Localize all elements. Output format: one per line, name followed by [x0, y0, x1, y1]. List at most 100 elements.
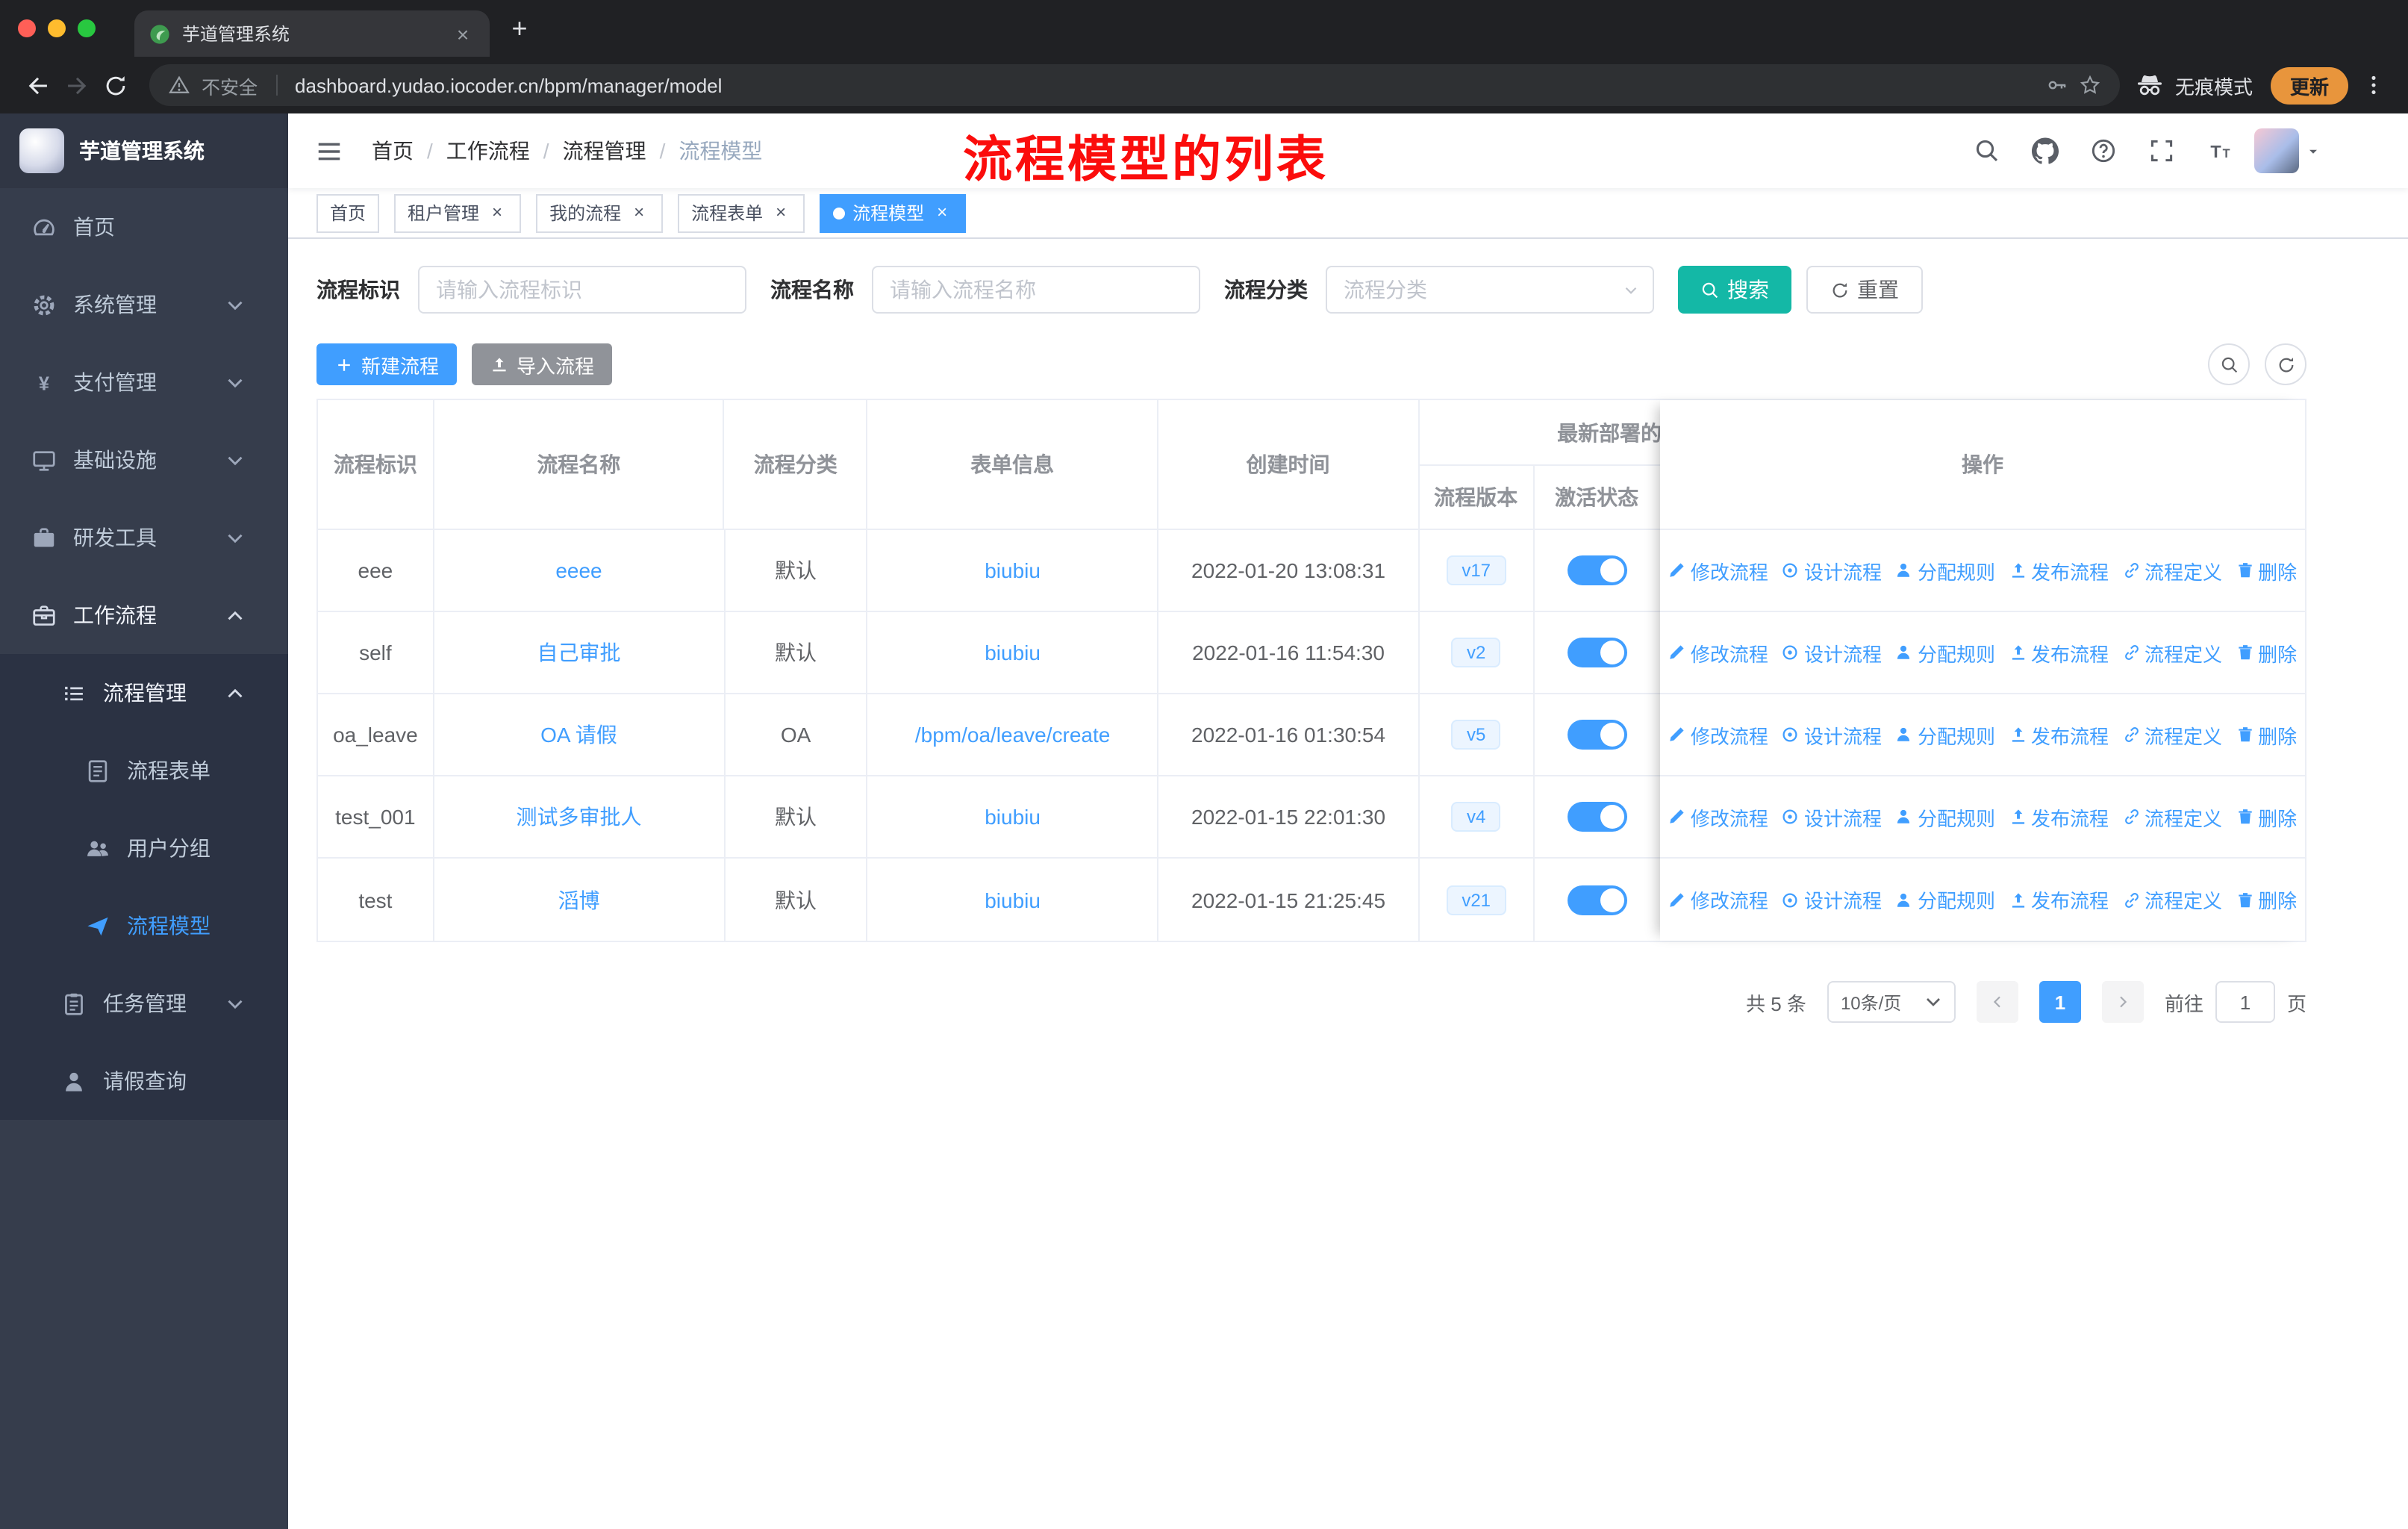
active-toggle[interactable]	[1567, 885, 1627, 915]
breadcrumb-item[interactable]: 流程管理	[563, 136, 646, 166]
action-delete[interactable]: 删除	[2236, 803, 2297, 831]
mac-zoom-button[interactable]	[78, 19, 96, 37]
form-info-link[interactable]: biubiu	[985, 641, 1041, 664]
sidebar-item-system-manage[interactable]: 系统管理	[0, 266, 288, 343]
address-bar[interactable]: 不安全 dashboard.yudao.iocoder.cn/bpm/manag…	[149, 64, 2120, 106]
bookmark-star-icon[interactable]	[2080, 75, 2100, 96]
avatar-caret-icon[interactable]	[2305, 143, 2321, 159]
sidebar-item-process-form[interactable]: 流程表单	[0, 732, 288, 809]
new-tab-button[interactable]: +	[499, 7, 540, 49]
tag-process-model[interactable]: 流程模型 ×	[820, 193, 967, 232]
reload-button[interactable]	[96, 66, 134, 105]
refresh-table-button[interactable]	[2265, 343, 2306, 385]
sidebar-logo[interactable]: 芋道管理系统	[0, 113, 288, 188]
sidebar-item-payment-manage[interactable]: ¥ 支付管理	[0, 343, 288, 421]
tag-process-form[interactable]: 流程表单 ×	[678, 193, 805, 232]
tag-home[interactable]: 首页	[316, 193, 380, 232]
action-publish[interactable]: 发布流程	[2009, 803, 2109, 831]
tag-close-icon[interactable]: ×	[932, 202, 952, 223]
sidebar-item-home[interactable]: 首页	[0, 188, 288, 266]
search-button[interactable]: 搜索	[1678, 266, 1791, 314]
sidebar-item-task-manage[interactable]: 任务管理	[0, 965, 288, 1042]
action-modify[interactable]: 修改流程	[1668, 556, 1768, 585]
sidebar-item-process-model[interactable]: 流程模型	[0, 887, 288, 965]
action-design[interactable]: 设计流程	[1782, 885, 1882, 914]
toggle-search-button[interactable]	[2208, 343, 2250, 385]
action-assign-rule[interactable]: 分配规则	[1895, 556, 1995, 585]
action-design[interactable]: 设计流程	[1782, 803, 1882, 831]
tag-close-icon[interactable]: ×	[487, 202, 508, 223]
forward-button[interactable]	[57, 66, 96, 105]
sidebar-item-process-manage[interactable]: 流程管理	[0, 654, 288, 732]
import-process-button[interactable]: 导入流程	[472, 343, 613, 385]
browser-menu-icon[interactable]	[2357, 66, 2390, 105]
page-number-button[interactable]: 1	[2039, 981, 2081, 1023]
action-definition[interactable]: 流程定义	[2122, 803, 2222, 831]
action-definition[interactable]: 流程定义	[2122, 720, 2222, 749]
next-page-button[interactable]	[2101, 981, 2144, 1023]
action-publish[interactable]: 发布流程	[2009, 638, 2109, 667]
category-select[interactable]: 流程分类	[1326, 266, 1654, 314]
action-delete[interactable]: 删除	[2236, 556, 2297, 585]
action-assign-rule[interactable]: 分配规则	[1895, 803, 1995, 831]
font-size-icon[interactable]: TT	[2198, 128, 2242, 173]
action-design[interactable]: 设计流程	[1782, 556, 1882, 585]
help-icon[interactable]	[2081, 128, 2126, 173]
action-modify[interactable]: 修改流程	[1668, 803, 1768, 831]
action-modify[interactable]: 修改流程	[1668, 638, 1768, 667]
create-process-button[interactable]: 新建流程	[316, 343, 458, 385]
prev-page-button[interactable]	[1976, 981, 2018, 1023]
action-definition[interactable]: 流程定义	[2122, 556, 2222, 585]
search-icon[interactable]	[1965, 128, 2009, 173]
password-key-icon[interactable]	[2047, 75, 2068, 96]
browser-tab[interactable]: 芋道管理系统 ×	[134, 10, 490, 57]
sidebar-toggle-icon[interactable]	[312, 134, 345, 167]
action-design[interactable]: 设计流程	[1782, 720, 1882, 749]
sidebar-item-workflow[interactable]: 工作流程	[0, 576, 288, 654]
active-toggle[interactable]	[1567, 802, 1627, 832]
tag-close-icon[interactable]: ×	[770, 202, 791, 223]
action-assign-rule[interactable]: 分配规则	[1895, 885, 1995, 914]
sidebar-item-user-group[interactable]: 用户分组	[0, 809, 288, 887]
process-name-link[interactable]: eeee	[555, 558, 602, 582]
security-label[interactable]: 不安全	[202, 71, 258, 99]
form-info-link[interactable]: biubiu	[985, 888, 1041, 912]
goto-page-input[interactable]	[2215, 981, 2275, 1023]
breadcrumb-item[interactable]: 首页	[372, 136, 414, 166]
tag-tenant-manage[interactable]: 租户管理 ×	[394, 193, 522, 232]
sidebar-item-infrastructure[interactable]: 基础设施	[0, 421, 288, 499]
process-name-input[interactable]	[872, 266, 1200, 314]
process-name-link[interactable]: 滔博	[558, 885, 599, 915]
active-toggle[interactable]	[1567, 555, 1627, 585]
active-toggle[interactable]	[1567, 638, 1627, 667]
tag-my-process[interactable]: 我的流程 ×	[536, 193, 664, 232]
action-delete[interactable]: 删除	[2236, 720, 2297, 749]
form-info-link[interactable]: biubiu	[985, 805, 1041, 829]
action-publish[interactable]: 发布流程	[2009, 720, 2109, 749]
process-id-input[interactable]	[418, 266, 746, 314]
browser-update-button[interactable]: 更新	[2270, 66, 2348, 104]
sidebar-item-leave-query[interactable]: 请假查询	[0, 1042, 288, 1120]
reset-button[interactable]: 重置	[1806, 266, 1923, 314]
action-delete[interactable]: 删除	[2236, 885, 2297, 914]
user-avatar[interactable]	[2254, 128, 2299, 173]
action-publish[interactable]: 发布流程	[2009, 556, 2109, 585]
fullscreen-icon[interactable]	[2139, 128, 2184, 173]
tab-close-icon[interactable]: ×	[451, 22, 475, 46]
breadcrumb-item[interactable]: 工作流程	[446, 136, 530, 166]
mac-minimize-button[interactable]	[48, 19, 66, 37]
action-assign-rule[interactable]: 分配规则	[1895, 638, 1995, 667]
sidebar-item-dev-tools[interactable]: 研发工具	[0, 499, 288, 576]
action-definition[interactable]: 流程定义	[2122, 885, 2222, 914]
process-name-link[interactable]: 自己审批	[537, 638, 620, 667]
page-size-select[interactable]: 10条/页	[1827, 981, 1956, 1023]
form-info-link[interactable]: /bpm/oa/leave/create	[915, 723, 1111, 747]
process-name-link[interactable]: 测试多审批人	[516, 802, 641, 832]
form-info-link[interactable]: biubiu	[985, 558, 1041, 582]
action-assign-rule[interactable]: 分配规则	[1895, 720, 1995, 749]
action-modify[interactable]: 修改流程	[1668, 885, 1768, 914]
action-design[interactable]: 设计流程	[1782, 638, 1882, 667]
action-modify[interactable]: 修改流程	[1668, 720, 1768, 749]
url-text[interactable]: dashboard.yudao.iocoder.cn/bpm/manager/m…	[295, 74, 722, 96]
mac-close-button[interactable]	[18, 19, 36, 37]
